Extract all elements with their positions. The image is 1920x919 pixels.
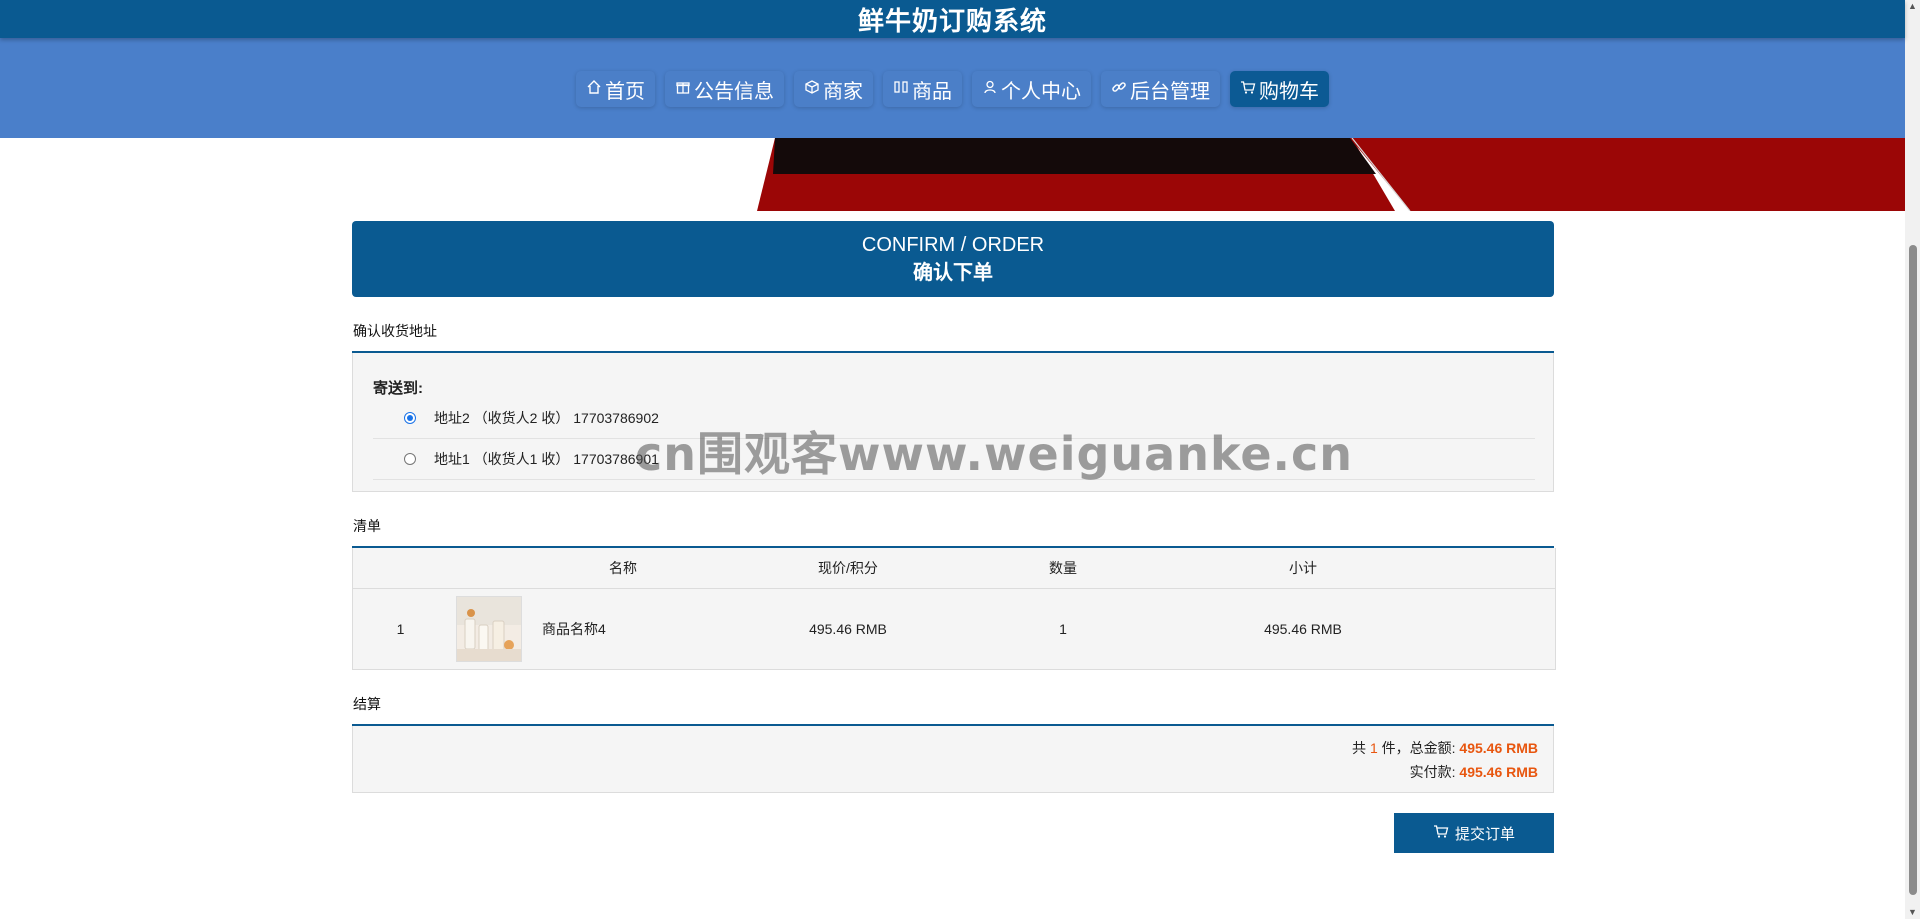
nav-band: 首页 公告信息 商家 商品 个人中心 后台管理 购物车 xyxy=(0,38,1905,138)
address-text: 地址2 （收货人2 收） 17703786902 xyxy=(434,410,659,426)
row-index: 1 xyxy=(396,621,405,637)
nav-item-admin[interactable]: 后台管理 xyxy=(1101,71,1220,107)
settlement-section-title: 结算 xyxy=(352,694,1554,726)
nav-label: 公告信息 xyxy=(694,80,774,103)
address-option[interactable]: 地址1 （收货人1 收） 17703786901 xyxy=(373,439,1535,480)
submit-order-label: 提交订单 xyxy=(1454,825,1515,843)
address-radio[interactable] xyxy=(404,412,416,424)
address-radio[interactable] xyxy=(404,453,416,465)
address-section-title: 确认收货地址 xyxy=(352,321,1554,353)
total-summary: 共 1 件，总金额: 495.46 RMB xyxy=(1352,740,1538,756)
item-count: 1 xyxy=(1369,740,1378,756)
user-icon xyxy=(982,78,998,101)
product-subtotal: 495.46 RMB xyxy=(1264,621,1342,637)
page-scrollbar[interactable]: ▲ ▼ xyxy=(1905,0,1920,919)
order-header-cn: 确认下单 xyxy=(913,262,993,284)
banner-image xyxy=(757,138,1905,211)
nav-item-announcements[interactable]: 公告信息 xyxy=(665,71,784,107)
nav-item-profile[interactable]: 个人中心 xyxy=(972,71,1091,107)
table-header: 名称 现价/积分 数量 小计 xyxy=(353,548,1555,589)
address-panel: 寄送到: 地址2 （收货人2 收） 17703786902 地址1 （收货人1 … xyxy=(352,353,1554,492)
nav-label: 购物车 xyxy=(1259,80,1319,103)
column-header-name: 名称 xyxy=(609,560,637,576)
nav-item-cart[interactable]: 购物车 xyxy=(1230,71,1329,107)
cart-icon xyxy=(1240,78,1256,101)
column-header-price: 现价/积分 xyxy=(818,560,878,576)
app-title: 鲜牛奶订购系统 xyxy=(0,0,1905,38)
column-header-subtotal: 小计 xyxy=(1289,560,1317,576)
main-nav: 首页 公告信息 商家 商品 个人中心 后台管理 购物车 xyxy=(0,71,1905,107)
submit-order-button[interactable]: 提交订单 xyxy=(1394,813,1554,853)
scroll-up-icon[interactable]: ▲ xyxy=(1908,2,1917,11)
address-option[interactable]: 地址2 （收货人2 收） 17703786902 xyxy=(373,398,1535,439)
scroll-down-icon[interactable]: ▼ xyxy=(1908,908,1917,917)
column-header-qty: 数量 xyxy=(1049,560,1077,576)
nav-label: 首页 xyxy=(605,80,645,103)
order-confirm-page: CONFIRM / ORDER 确认下单 确认收货地址 寄送到: 地址2 （收货… xyxy=(352,221,1556,873)
gift-icon xyxy=(675,78,691,101)
paid-summary: 实付款: 495.46 RMB xyxy=(1409,764,1538,780)
columns-icon xyxy=(893,78,909,101)
order-header: CONFIRM / ORDER 确认下单 xyxy=(352,221,1554,297)
product-qty: 1 xyxy=(1059,621,1067,637)
nav-label: 商家 xyxy=(823,80,863,103)
address-text: 地址1 （收货人1 收） 17703786901 xyxy=(434,451,659,467)
product-name[interactable]: 商品名称4 xyxy=(542,619,606,639)
nav-label: 后台管理 xyxy=(1130,80,1210,103)
box-icon xyxy=(804,78,820,101)
list-section-title: 清单 xyxy=(352,516,1554,548)
nav-label: 个人中心 xyxy=(1001,80,1081,103)
order-header-en: CONFIRM / ORDER xyxy=(861,234,1045,256)
order-items-table: 名称 现价/积分 数量 小计 1 商品名称4 495.46 RMB 1 495.… xyxy=(352,548,1556,670)
cart-icon xyxy=(1433,823,1449,843)
home-icon xyxy=(586,78,602,101)
ship-to-label: 寄送到: xyxy=(373,380,423,397)
table-row: 1 商品名称4 495.46 RMB 1 495.46 RMB xyxy=(353,589,1555,669)
nav-item-products[interactable]: 商品 xyxy=(883,71,962,107)
settlement-panel: 共 1 件，总金额: 495.46 RMB 实付款: 495.46 RMB xyxy=(352,726,1554,793)
total-amount: 495.46 RMB xyxy=(1459,740,1538,756)
nav-item-merchants[interactable]: 商家 xyxy=(794,71,873,107)
nav-label: 商品 xyxy=(912,80,952,103)
link-icon xyxy=(1111,78,1127,101)
scrollbar-thumb[interactable] xyxy=(1909,245,1917,895)
product-price: 495.46 RMB xyxy=(809,621,887,637)
nav-item-home[interactable]: 首页 xyxy=(576,71,655,107)
product-thumbnail[interactable] xyxy=(456,596,522,662)
product-cell: 商品名称4 xyxy=(448,596,798,662)
paid-amount: 495.46 RMB xyxy=(1459,764,1538,780)
